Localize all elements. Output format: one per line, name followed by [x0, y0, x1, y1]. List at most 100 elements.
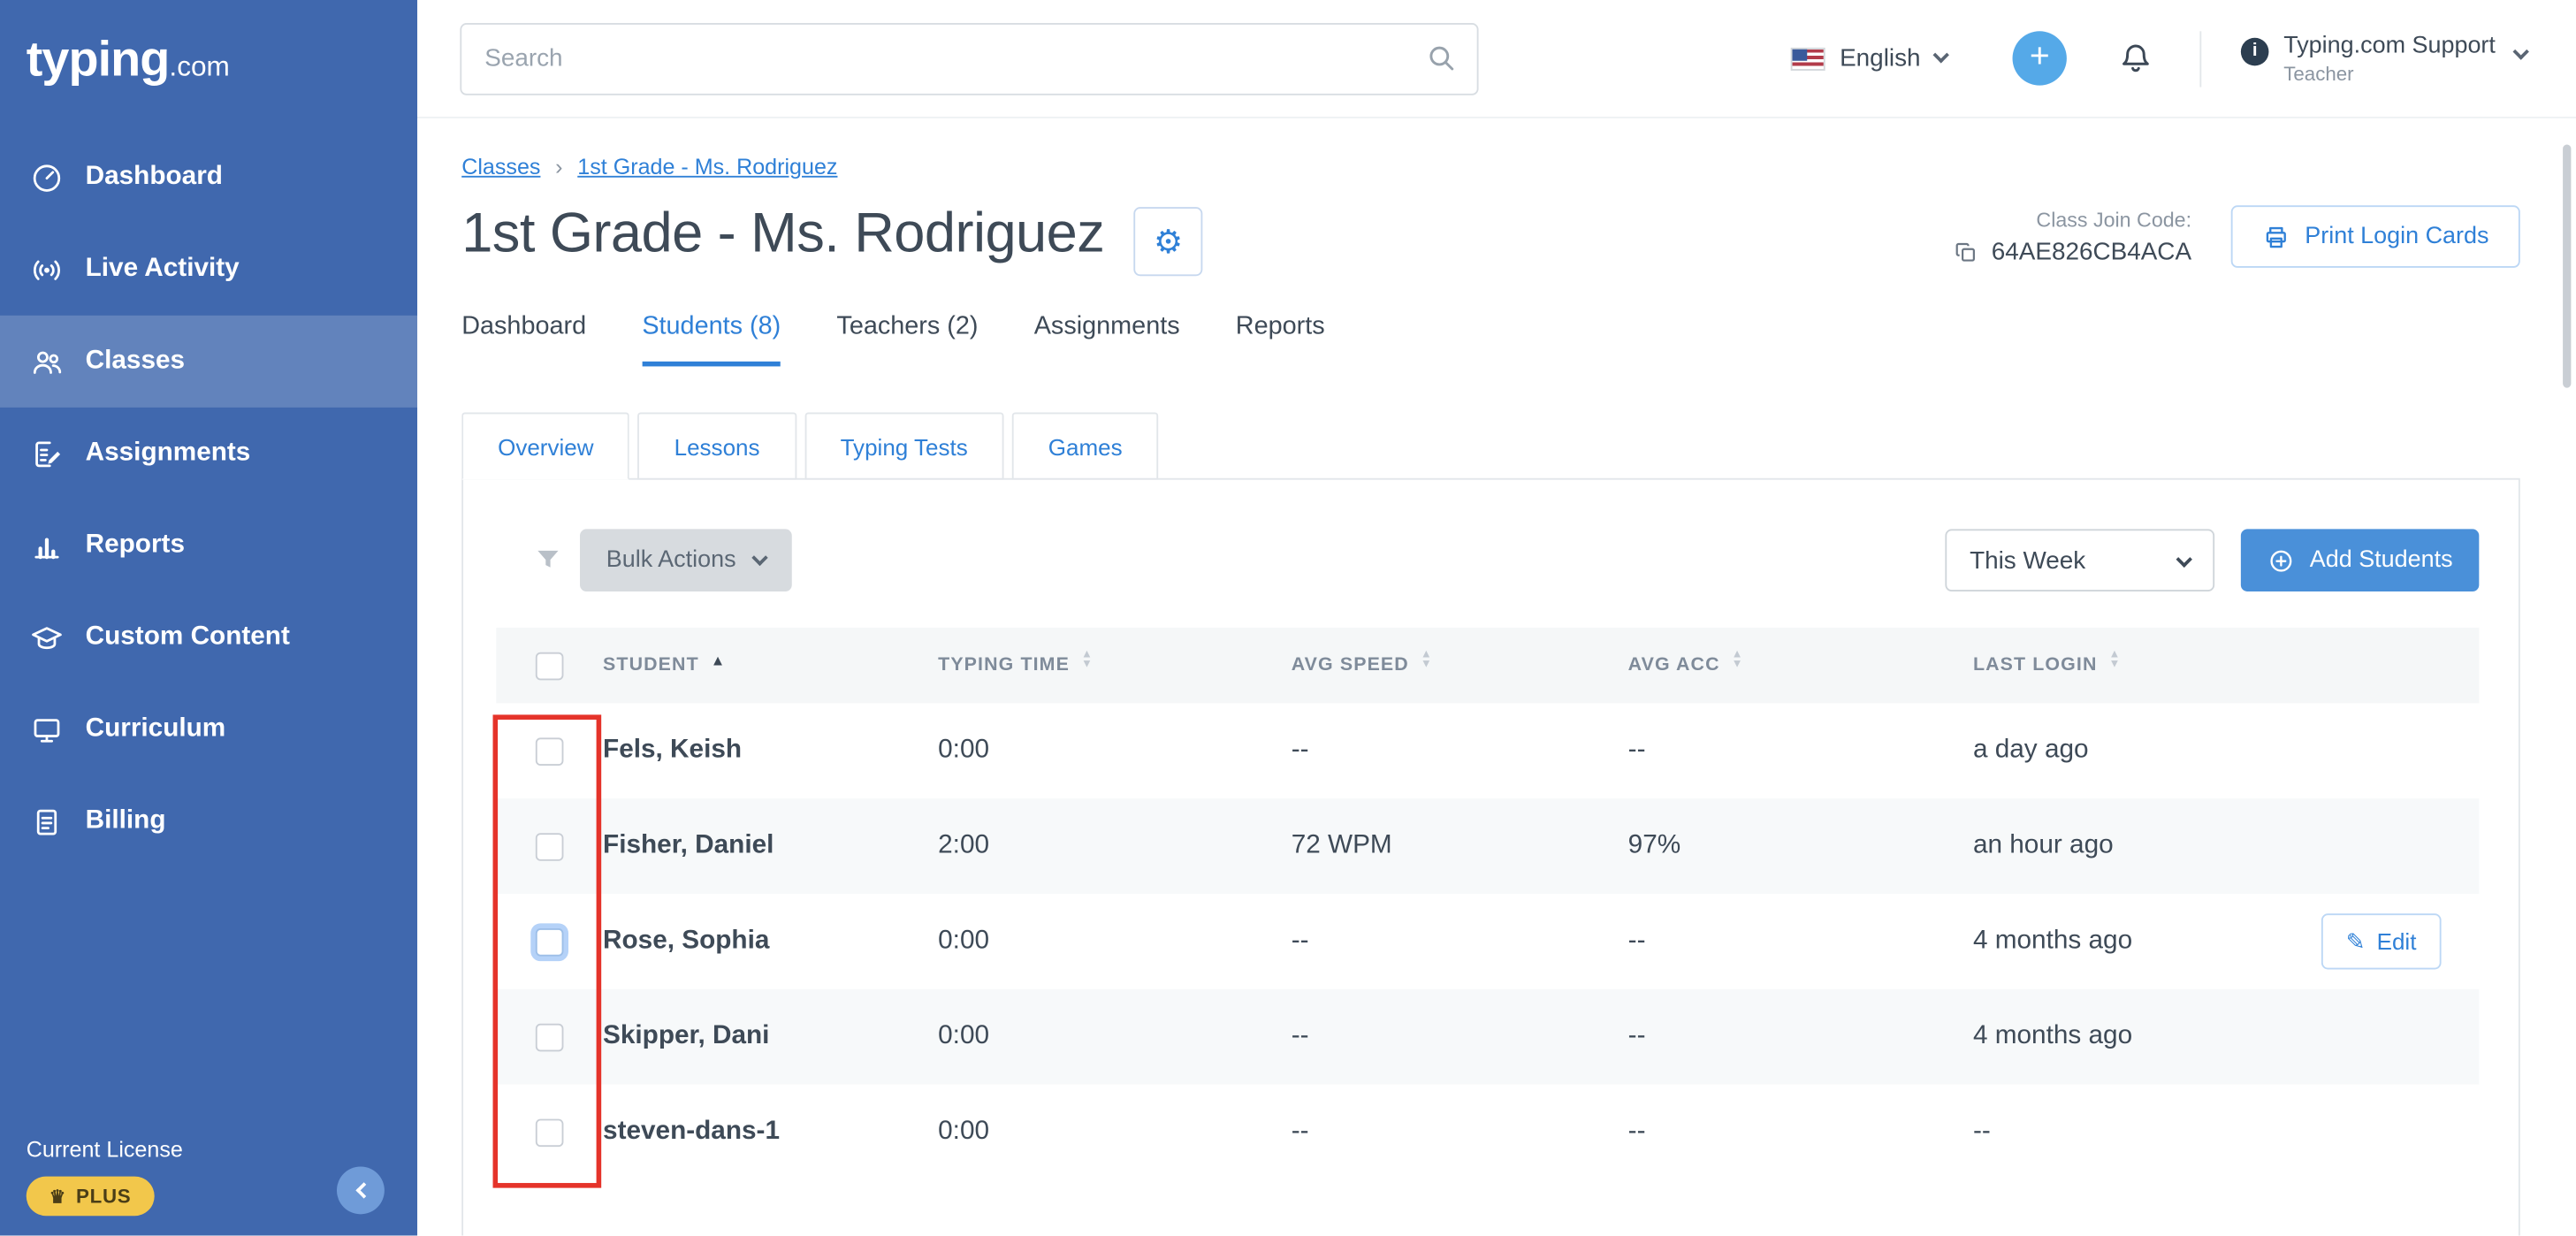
- students-panel: Bulk Actions This Week Add Students: [461, 478, 2520, 1236]
- account-menu[interactable]: i Typing.com Support Teacher: [2241, 32, 2526, 84]
- search-input[interactable]: [460, 22, 1478, 95]
- print-login-cards-button[interactable]: Print Login Cards: [2231, 205, 2520, 268]
- avg-acc-cell: --: [1628, 736, 1973, 766]
- join-code-value: 64AE826CB4ACA: [1992, 238, 2191, 266]
- sidebar-item-dashboard[interactable]: Dashboard: [0, 132, 417, 224]
- sidebar-item-live-activity[interactable]: Live Activity: [0, 224, 417, 316]
- tab-dashboard[interactable]: Dashboard: [461, 312, 586, 366]
- sort-icons: ▲▼: [1732, 656, 1744, 675]
- classes-icon: [28, 343, 65, 379]
- subtab-overview[interactable]: Overview: [461, 412, 629, 479]
- tab-students[interactable]: Students (8): [642, 312, 781, 366]
- typing-time-cell: 0:00: [938, 927, 1292, 956]
- sidebar-item-label: Reports: [86, 530, 185, 560]
- table-row: Skipper, Dani 0:00 -- -- 4 months ago: [496, 989, 2479, 1085]
- sidebar-item-label: Classes: [86, 347, 185, 376]
- select-all-checkbox[interactable]: [536, 652, 564, 680]
- subtab-games[interactable]: Games: [1012, 412, 1159, 479]
- chevron-down-icon: [2176, 551, 2191, 567]
- table-row: Fels, Keish 0:00 -- -- a day ago: [496, 703, 2479, 798]
- sort-asc-icon: ▲: [711, 652, 727, 669]
- period-select[interactable]: This Week: [1945, 529, 2214, 591]
- table-header-row: Student ▲ Typing Time ▲▼ Avg Speed ▲▼: [496, 628, 2479, 703]
- add-students-label: Add Students: [2310, 547, 2453, 574]
- student-name-cell: Fels, Keish: [603, 736, 938, 766]
- row-checkbox[interactable]: [536, 927, 564, 956]
- sidebar-item-custom-content[interactable]: Custom Content: [0, 591, 417, 683]
- add-students-button[interactable]: Add Students: [2241, 529, 2480, 591]
- edit-student-button[interactable]: ✎ Edit: [2321, 913, 2441, 969]
- column-header-avg-acc[interactable]: Avg Acc ▲▼: [1628, 656, 1973, 675]
- tab-reports[interactable]: Reports: [1236, 312, 1325, 366]
- copy-icon[interactable]: [1954, 239, 1978, 263]
- sidebar-item-classes[interactable]: Classes: [0, 316, 417, 408]
- sidebar-item-label: Assignments: [86, 439, 251, 468]
- billing-icon: [28, 804, 65, 840]
- row-checkbox[interactable]: [536, 736, 564, 765]
- table-row: steven-dans-1 0:00 -- -- --: [496, 1085, 2479, 1180]
- row-checkbox[interactable]: [536, 1118, 564, 1147]
- quick-add-button[interactable]: +: [2013, 31, 2067, 85]
- avg-speed-cell: --: [1292, 927, 1628, 956]
- column-header-last-login[interactable]: Last Login ▲▼: [1973, 656, 2321, 675]
- bulk-actions-button[interactable]: Bulk Actions: [580, 529, 792, 591]
- chevron-down-icon: [2513, 42, 2529, 58]
- breadcrumb-classes-link[interactable]: Classes: [461, 155, 540, 179]
- column-header-student[interactable]: Student ▲: [603, 656, 938, 675]
- toolbar-right: This Week Add Students: [1945, 529, 2479, 591]
- avg-speed-cell: --: [1292, 1022, 1628, 1051]
- reports-icon: [28, 528, 65, 564]
- chevron-down-icon: [1933, 47, 1949, 63]
- search-box: [460, 22, 1478, 95]
- sidebar-item-label: Dashboard: [86, 163, 223, 192]
- students-subtabs: Overview Lessons Typing Tests Games: [461, 412, 2520, 479]
- avg-speed-cell: --: [1292, 736, 1628, 766]
- class-settings-button[interactable]: ⚙: [1134, 207, 1203, 276]
- breadcrumb-current-link[interactable]: 1st Grade - Ms. Rodriguez: [577, 155, 837, 179]
- language-label: English: [1840, 44, 1920, 72]
- sidebar-item-billing[interactable]: Billing: [0, 775, 417, 867]
- gear-icon: ⚙: [1154, 221, 1183, 262]
- class-join-code: Class Join Code: 64AE826CB4ACA: [1954, 208, 2191, 265]
- page-scrollbar[interactable]: [2563, 145, 2571, 388]
- topbar: English + i Typing.com Support Teach: [417, 0, 2576, 118]
- student-name-cell: Rose, Sophia: [603, 927, 938, 956]
- brand-suffix: .com: [169, 51, 229, 82]
- avg-speed-cell: --: [1292, 1118, 1628, 1147]
- sidebar-item-assignments[interactable]: Assignments: [0, 408, 417, 500]
- printer-icon: [2262, 223, 2290, 251]
- join-code-label: Class Join Code:: [1954, 208, 2191, 231]
- tab-teachers[interactable]: Teachers (2): [836, 312, 978, 366]
- sidebar-collapse-button[interactable]: [337, 1167, 385, 1215]
- edit-button-label: Edit: [2377, 928, 2417, 955]
- sidebar-item-curriculum[interactable]: Curriculum: [0, 683, 417, 775]
- app-window: typing.com Dashboard Live Activity Class…: [0, 0, 2576, 1236]
- avg-acc-cell: --: [1628, 1118, 1973, 1147]
- sidebar: typing.com Dashboard Live Activity Class…: [0, 0, 417, 1236]
- avg-acc-cell: --: [1628, 1022, 1973, 1051]
- subtab-typing-tests[interactable]: Typing Tests: [804, 412, 1004, 479]
- column-header-avg-speed[interactable]: Avg Speed ▲▼: [1292, 656, 1628, 675]
- last-login-cell: a day ago: [1973, 736, 2321, 766]
- sidebar-item-label: Custom Content: [86, 622, 290, 652]
- main-column: English + i Typing.com Support Teach: [417, 0, 2576, 1236]
- license-badge-label: PLUS: [76, 1186, 131, 1209]
- tab-assignments[interactable]: Assignments: [1034, 312, 1180, 366]
- brand-logo[interactable]: typing.com: [0, 0, 417, 115]
- notifications-button[interactable]: [2116, 39, 2156, 79]
- students-toolbar: Bulk Actions This Week Add Students: [463, 480, 2519, 628]
- print-login-cards-label: Print Login Cards: [2305, 224, 2488, 250]
- row-checkbox[interactable]: [536, 1023, 564, 1051]
- page-content: Classes › 1st Grade - Ms. Rodriguez 1st …: [417, 118, 2576, 1236]
- column-header-typing-time[interactable]: Typing Time ▲▼: [938, 656, 1292, 675]
- student-name-cell: Skipper, Dani: [603, 1022, 938, 1051]
- us-flag-icon: [1790, 47, 1825, 70]
- dashboard-icon: [28, 159, 65, 195]
- language-selector[interactable]: English: [1790, 44, 1947, 72]
- info-icon: i: [2241, 37, 2269, 65]
- row-checkbox[interactable]: [536, 832, 564, 860]
- student-name-cell: steven-dans-1: [603, 1118, 938, 1147]
- sidebar-item-reports[interactable]: Reports: [0, 500, 417, 591]
- subtab-lessons[interactable]: Lessons: [638, 412, 796, 479]
- chevron-left-icon: [355, 1183, 371, 1199]
